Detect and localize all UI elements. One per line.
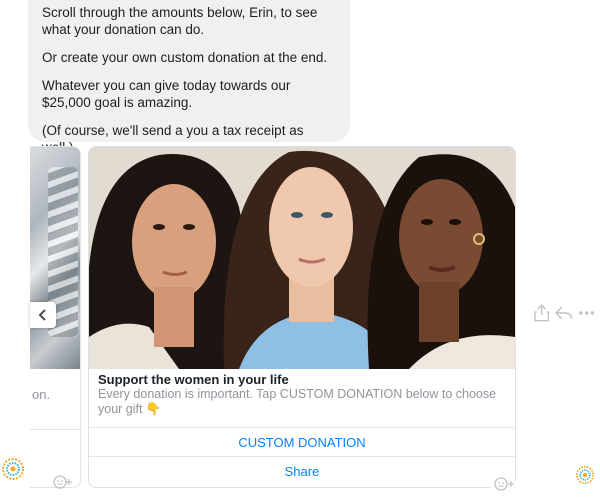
emoji-react-icon[interactable] [52, 474, 74, 490]
page-avatar-icon [576, 466, 594, 484]
divider [30, 429, 80, 430]
card-image [89, 147, 515, 369]
card-subtitle: Every donation is important. Tap CUSTOM … [98, 387, 497, 416]
message-actions [534, 302, 594, 324]
message-line: Or create your own custom donation at th… [42, 50, 328, 65]
chevron-left-icon [38, 309, 46, 321]
custom-donation-button[interactable]: CUSTOM DONATION [89, 427, 515, 456]
previous-card-image [30, 147, 80, 369]
reply-icon[interactable] [555, 306, 573, 320]
message-line: Scroll through the amounts below, Erin, … [42, 5, 318, 37]
reaction-button[interactable] [490, 474, 516, 494]
share-icon[interactable] [534, 304, 550, 322]
message-bubble: Scroll through the amounts below, Erin, … [28, 0, 350, 155]
page-avatar-icon [2, 458, 24, 480]
carousel-card: Support the women in your life Every don… [88, 146, 516, 488]
more-icon[interactable] [578, 310, 594, 316]
emoji-react-icon [494, 477, 514, 491]
share-button[interactable]: Share [89, 456, 515, 485]
carousel-prev-button[interactable] [30, 302, 56, 328]
message-line: Whatever you can give today towards our … [42, 78, 291, 110]
women-photo [89, 147, 515, 369]
previous-card-subtitle: on. [32, 387, 51, 402]
card-title: Support the women in your life [98, 372, 289, 387]
